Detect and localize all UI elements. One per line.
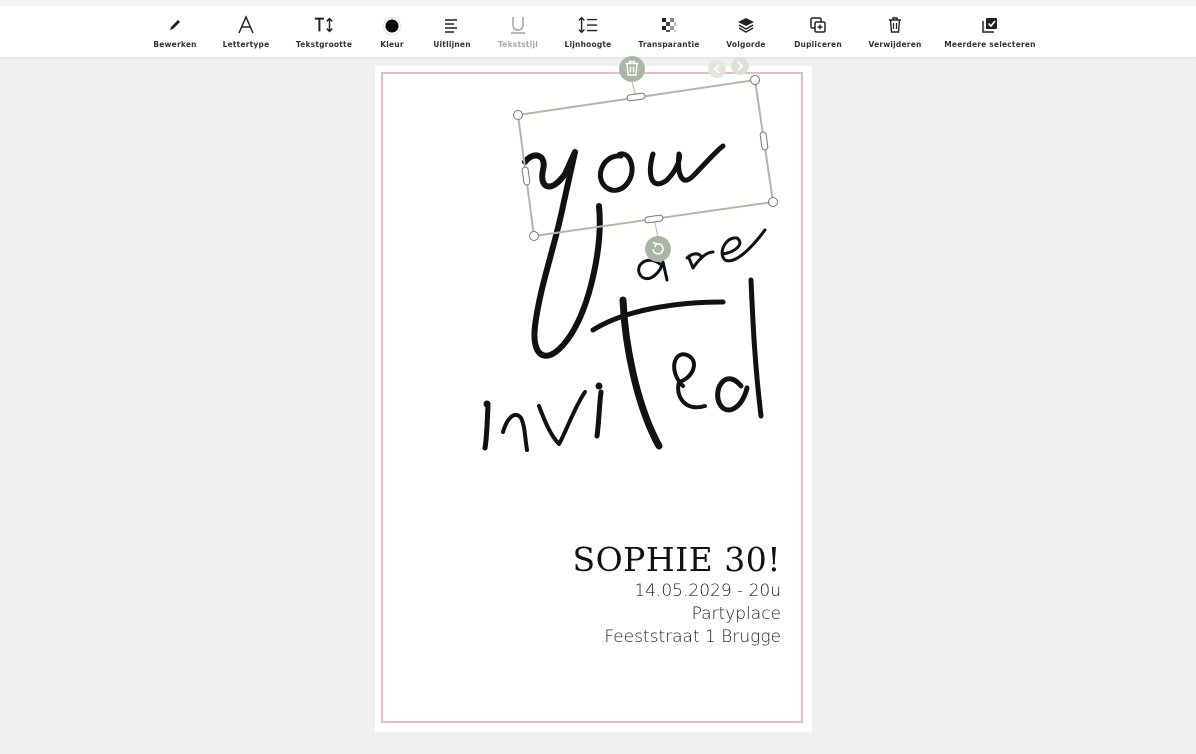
align-left-icon <box>441 14 463 36</box>
invitation-address: Feeststraat 1 Brugge <box>604 627 781 647</box>
pencil-icon <box>164 14 186 36</box>
resize-handle-top-left[interactable] <box>513 110 523 120</box>
invitation-venue: Partyplace <box>691 604 781 624</box>
resize-handle-bottom-right[interactable] <box>768 197 778 207</box>
resize-handle-top-right[interactable] <box>750 75 760 85</box>
resize-handle-bottom-left[interactable] <box>529 231 539 241</box>
invitation-date-time: 14.05.2029 - 20u <box>634 581 781 601</box>
tool-line-height[interactable]: Lijnhoogte <box>543 14 633 49</box>
script-word-invited <box>482 403 491 451</box>
trash-icon <box>625 60 639 76</box>
underline-icon <box>507 14 529 36</box>
layers-icon <box>735 14 757 36</box>
delete-element-handle[interactable] <box>619 56 645 82</box>
tool-label: Transparantie <box>638 40 700 49</box>
previous-element-button[interactable] <box>708 60 726 78</box>
duplicate-icon <box>807 14 829 36</box>
script-word-are <box>637 258 669 282</box>
next-element-button[interactable] <box>731 57 749 75</box>
tool-label: Lettertype <box>222 40 270 49</box>
multi-select-icon <box>979 14 1001 36</box>
tool-label: Tekststijl <box>497 40 538 49</box>
tool-label: Volgorde <box>726 40 766 49</box>
tool-label: Kleur <box>380 40 404 49</box>
color-dot-icon <box>381 14 403 36</box>
tool-font[interactable]: Lettertype <box>201 14 291 49</box>
checker-icon <box>658 14 680 36</box>
editor-toolbar: Bewerken Lettertype Tekstgrootte Kleur U… <box>0 0 1196 57</box>
rotate-element-handle[interactable] <box>645 236 671 262</box>
tool-label: Dupliceren <box>794 40 842 49</box>
invitation-details[interactable]: SOPHIE 30! 14.05.2029 - 20u Partyplace F… <box>572 540 781 649</box>
tool-multi-select[interactable]: Meerdere selecteren <box>935 14 1045 49</box>
tool-label: Uitlijnen <box>433 40 471 49</box>
tool-label: Meerdere selecteren <box>944 40 1036 49</box>
tool-label: Lijnhoogte <box>564 40 612 49</box>
tool-label: Verwijderen <box>868 40 922 49</box>
text-size-icon <box>313 14 335 36</box>
tool-label: Bewerken <box>153 40 197 49</box>
trash-icon <box>884 14 906 36</box>
tool-delete[interactable]: Verwijderen <box>850 14 940 49</box>
line-height-icon <box>577 14 599 36</box>
tool-label: Tekstgrootte <box>295 40 353 49</box>
font-a-icon <box>235 14 257 36</box>
invitation-headline: SOPHIE 30! <box>572 540 781 579</box>
